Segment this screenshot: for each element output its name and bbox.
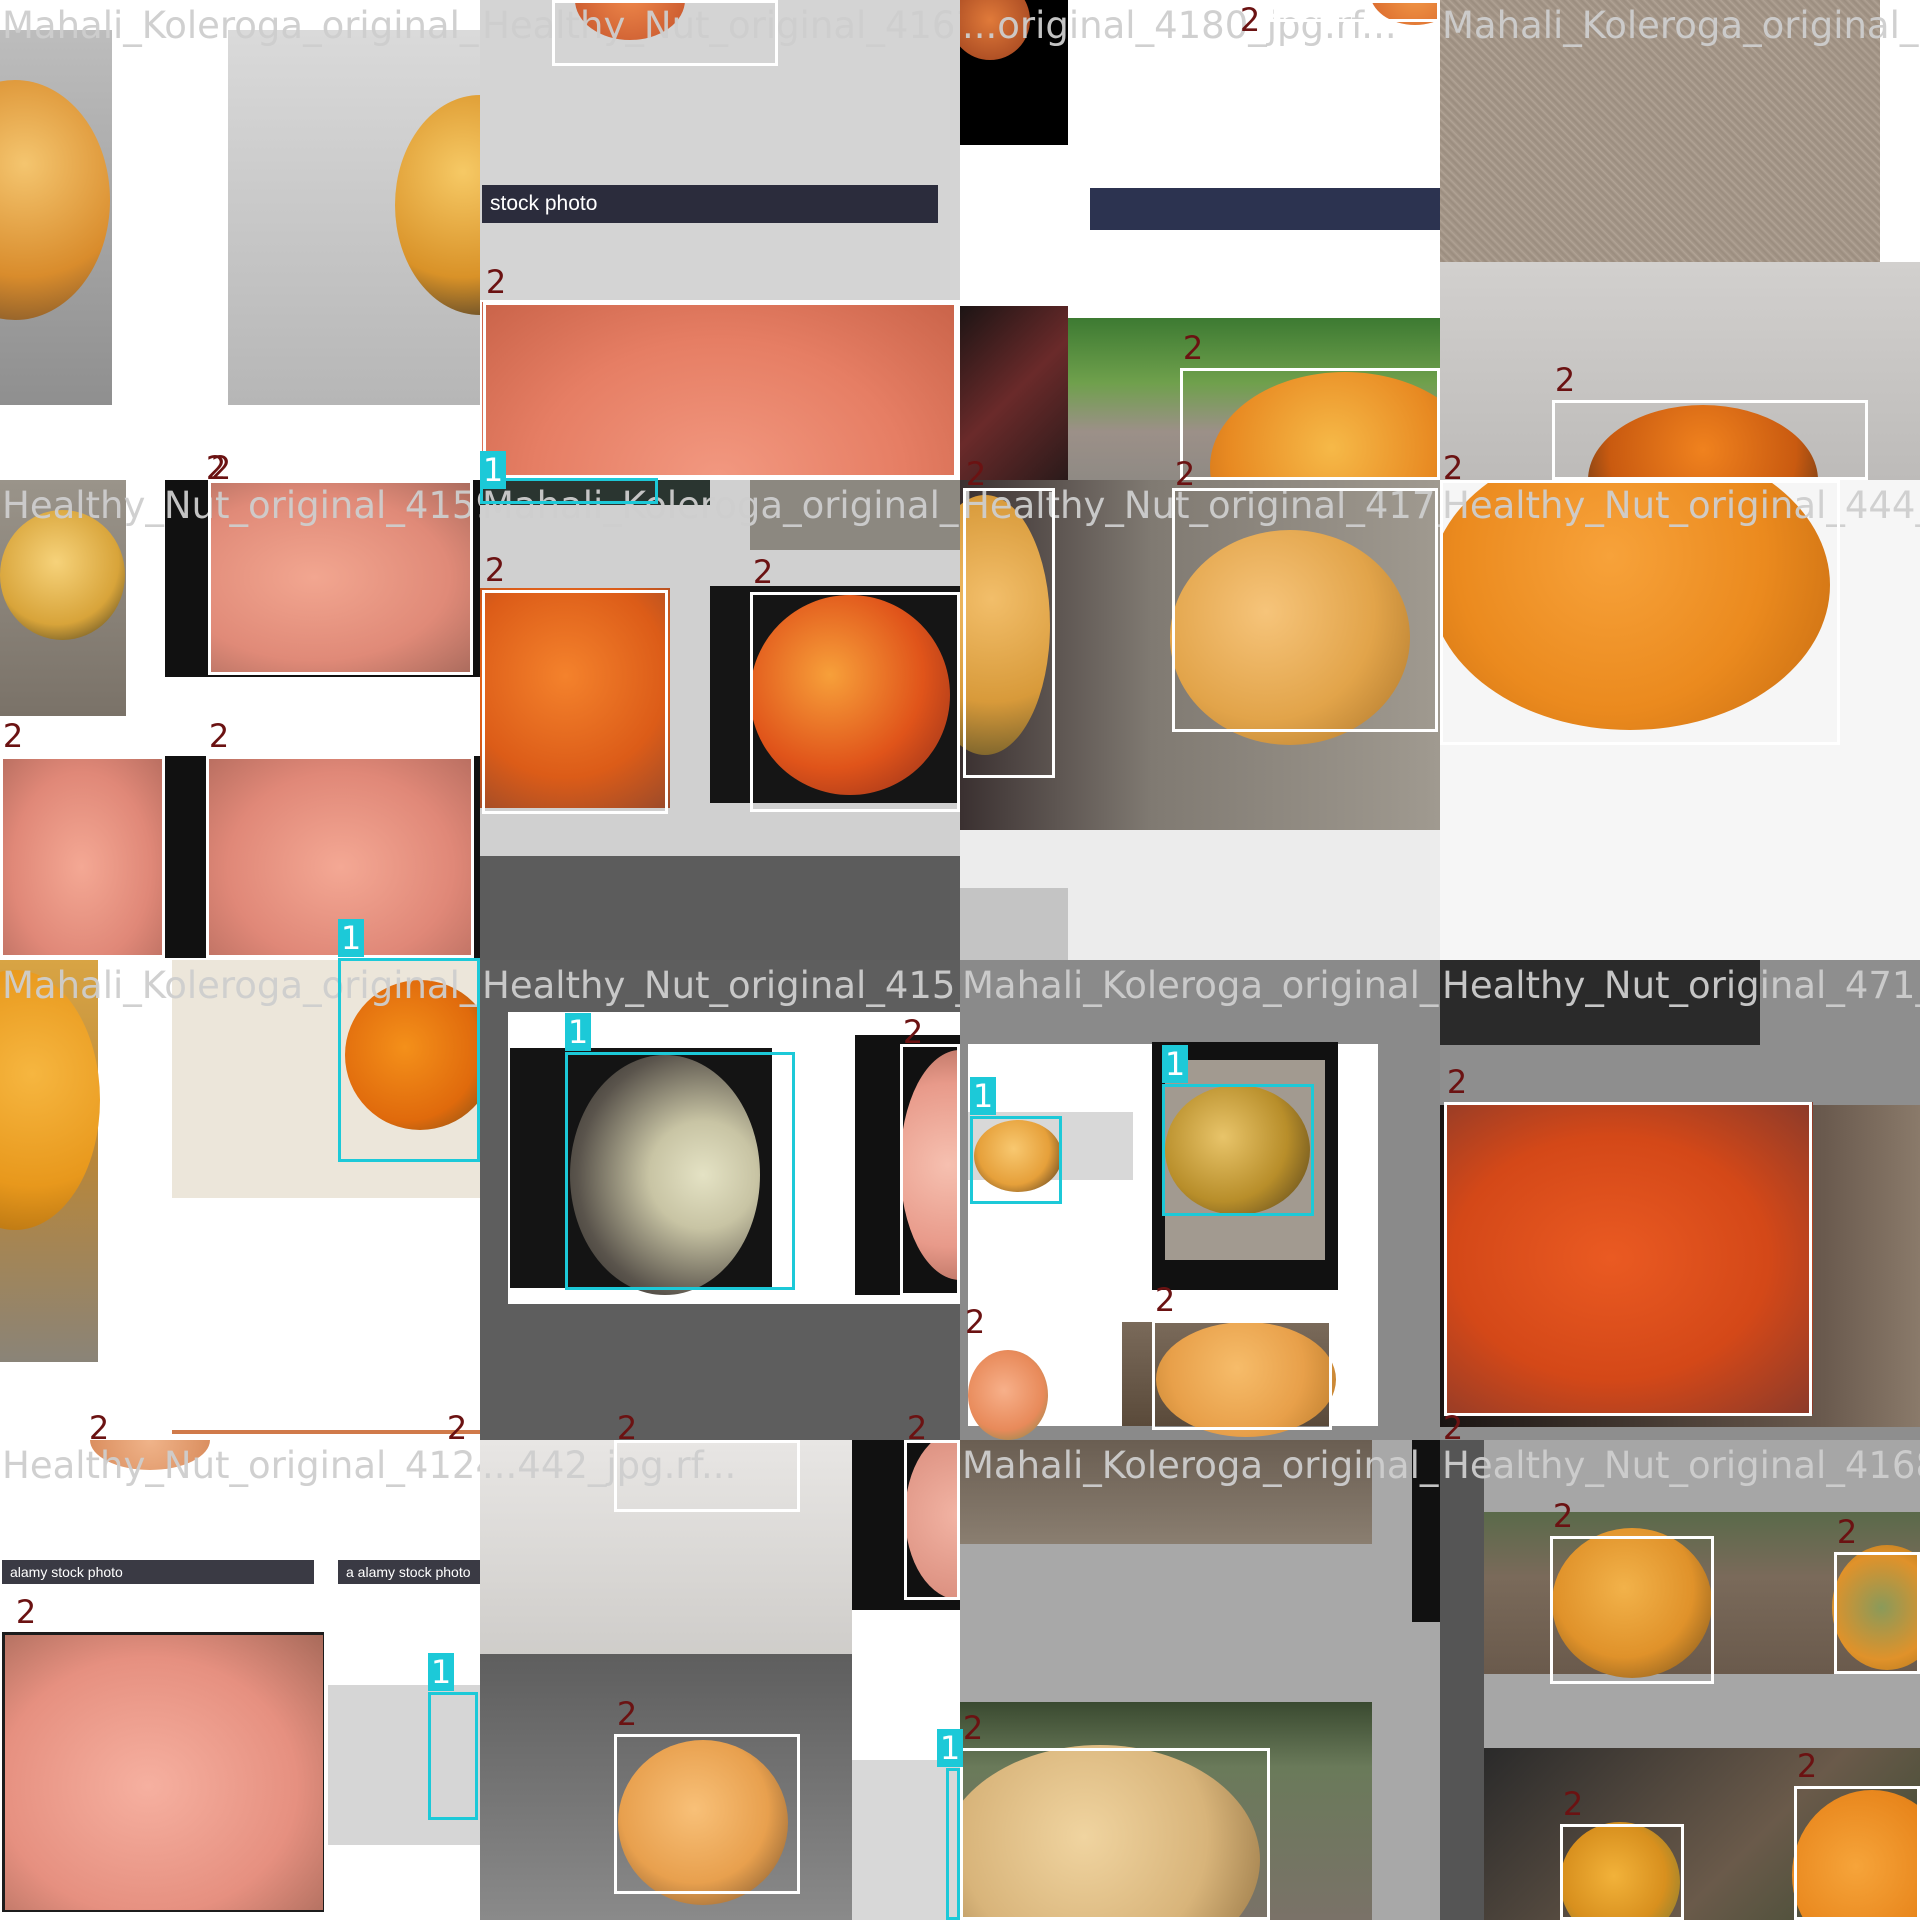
bounding-box-class-2: 2	[1794, 1747, 1920, 1920]
box-class-label: 2	[1562, 1785, 1584, 1823]
box-class-label: 1	[970, 1077, 996, 1115]
bounding-box-class-1: 1	[565, 1013, 795, 1290]
stock-photo-banner: stock photo	[482, 185, 938, 223]
box-class-label: 2	[484, 551, 506, 589]
bounding-box-class-2: 2	[482, 551, 668, 814]
tile-image-region	[480, 856, 960, 960]
box-class-label: 2	[1442, 1409, 1464, 1447]
stock-photo-banner	[1090, 188, 1440, 230]
box-class-label: 2	[1154, 1281, 1176, 1319]
bounding-box-class-2: 2	[552, 0, 778, 66]
bounding-box-class-1: 1	[937, 1729, 963, 1920]
box-class-label: 2	[962, 1709, 984, 1747]
bounding-box-class-2: 2	[1152, 1281, 1332, 1430]
bounding-box-class-2: 2	[483, 263, 957, 478]
bounding-box-class-2: 2	[86, 1409, 216, 1490]
box-class-label: 2	[752, 553, 774, 591]
tile-image-region	[960, 888, 1068, 960]
bounding-box-class-2: 2	[1180, 329, 1440, 480]
detection-mosaic: Mahali_Koleroga_original_7... stock phot…	[0, 0, 1920, 1920]
banner-text: stock photo	[490, 192, 598, 215]
tile-image-region	[960, 1440, 1372, 1544]
box-class-label: 2	[906, 1409, 928, 1447]
tile-image-region	[1440, 1440, 1484, 1920]
bounding-box-class-1: 1	[480, 451, 658, 504]
bounding-box-class-2: 2	[1240, 0, 1440, 39]
tile-image-region	[852, 1760, 960, 1920]
tile-image-region	[172, 1430, 480, 1434]
box-class-label: 2	[902, 1013, 924, 1051]
box-class-label: 2	[88, 1409, 110, 1447]
box-class-label: 2	[2, 717, 24, 755]
bounding-box-class-2: 2	[1440, 1409, 1490, 1470]
banner-text: a alamy stock photo	[346, 1564, 471, 1580]
bounding-box-class-2: 2	[1834, 1513, 1920, 1674]
bounding-box-class-2: 2	[0, 717, 165, 958]
box-class-label: 2	[208, 717, 230, 755]
bounding-box-class-2: 2	[900, 1013, 960, 1296]
box-class-label: 2	[1554, 361, 1576, 399]
box-class-label: 1	[480, 451, 506, 489]
bounding-box-class-1: 1	[970, 1077, 1062, 1204]
mosaic-tile: Mahali_Koleroga_original_7...	[0, 0, 480, 480]
fruit-image	[0, 510, 125, 640]
box-class-label: 2	[15, 1593, 37, 1631]
box-class-label: 1	[338, 919, 364, 957]
bounding-box-class-1: 1	[428, 1653, 478, 1820]
bounding-box-class-2: 2	[904, 1409, 960, 1600]
box-class-label: 2	[1174, 455, 1196, 493]
tile-image-region	[960, 306, 1068, 480]
box-class-label: 2	[1442, 449, 1464, 487]
bounding-box-class-2: 2	[750, 553, 960, 812]
tile-image-region	[1412, 1440, 1440, 1622]
box-class-label: 2	[1836, 1513, 1858, 1551]
bounding-box-class-2: 2	[160, 449, 470, 676]
bounding-box-class-2: 2	[1550, 1497, 1714, 1684]
bounding-box-class-1: 1	[1162, 1045, 1314, 1216]
stock-photo-banner: a alamy stock photo	[338, 1560, 480, 1584]
stock-photo-banner: alamy stock photo	[2, 1560, 314, 1584]
box-class-label: 2	[485, 263, 507, 301]
box-class-label: 2	[616, 1409, 638, 1447]
bounding-box-class-2: 2	[614, 1409, 800, 1512]
box-class-label: 2	[1552, 1497, 1574, 1535]
bounding-box-class-2: 2	[1172, 455, 1438, 732]
bounding-box-class-2: 2	[1552, 361, 1868, 480]
box-class-label: 1	[565, 1013, 591, 1051]
box-class-label: 2	[205, 449, 227, 487]
bounding-box-class-2: 2	[614, 1695, 800, 1894]
tile-image-region	[1440, 960, 1760, 1045]
bounding-box-class-2: 2	[1440, 449, 1840, 745]
tile-image-region	[750, 480, 960, 550]
bounding-box-class-2: 2	[444, 1409, 480, 1490]
bounding-box-class-2: 2	[1444, 1063, 1812, 1416]
box-class-label: 2	[964, 1303, 986, 1341]
bounding-box-class-2: 2	[2, 1593, 324, 1894]
box-class-label: 2	[446, 1409, 468, 1447]
box-class-label: 2	[965, 455, 987, 493]
bounding-box-class-2: 2	[960, 1709, 1270, 1920]
box-class-label: 2	[1796, 1747, 1818, 1785]
box-class-label: 2	[1239, 1, 1261, 39]
box-class-label: 1	[937, 1729, 963, 1767]
box-class-label: 2	[1446, 1063, 1468, 1101]
box-class-label: 2	[616, 1695, 638, 1733]
bounding-box-class-1: 1	[338, 919, 480, 1162]
bounding-box-class-2: 2	[1560, 1785, 1684, 1920]
banner-text: alamy stock photo	[10, 1564, 123, 1580]
tile-image-region	[1440, 0, 1880, 262]
bounding-box-class-2: 2	[963, 455, 1055, 778]
bounding-box-class-2: 2	[962, 1303, 1052, 1442]
box-class-label: 2	[1182, 329, 1204, 367]
box-class-label: 1	[428, 1653, 454, 1691]
box-class-label: 1	[1162, 1045, 1188, 1083]
